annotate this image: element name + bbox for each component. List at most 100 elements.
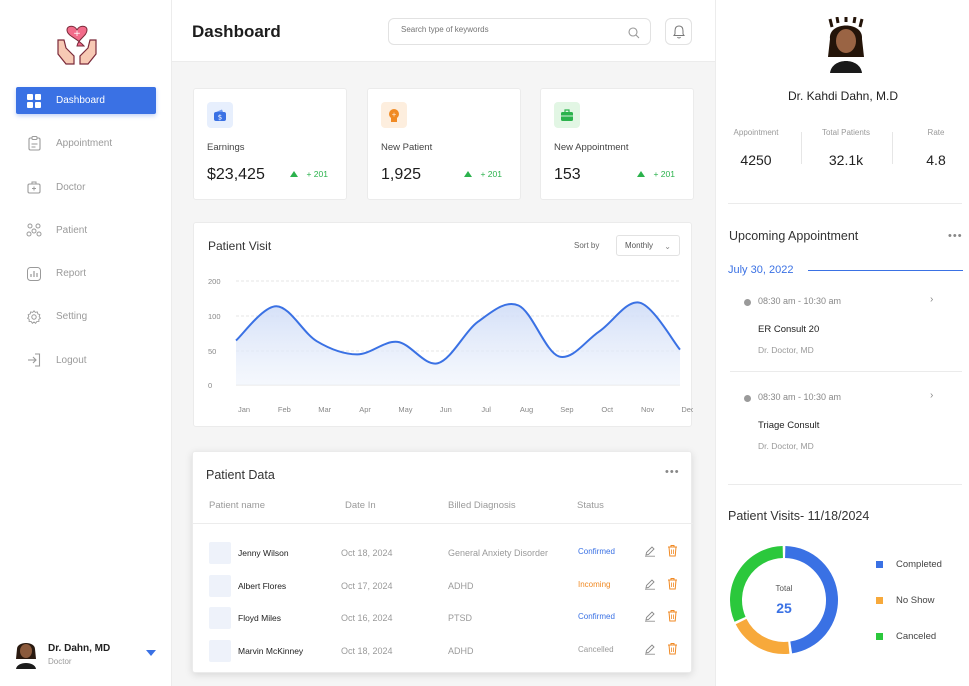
date-in: Oct 16, 2024	[341, 613, 393, 623]
patient-visit-card: 0 50 100 200 Jan Feb Mar Apr May Jun Jul Aug Sep Oct N…	[193, 222, 693, 427]
sidebar-user[interactable]: Dr. Dahn, MD Doctor	[14, 636, 164, 672]
patient-thumbnail	[209, 575, 231, 597]
sidebar-item-patient[interactable]: Patient	[16, 217, 156, 244]
x-tick-label: Feb	[278, 405, 291, 414]
sidebar-item-doctor[interactable]: Doctor	[16, 174, 156, 201]
diagnosis: ADHD	[448, 646, 474, 656]
top-bar: Dashboard	[172, 0, 715, 62]
date-in: Oct 18, 2024	[341, 548, 393, 558]
table-row[interactable]: Marvin McKinney Oct 18, 2024 ADHD Cancel…	[193, 637, 693, 669]
sidebar-item-appointment[interactable]: Appointment	[16, 130, 156, 157]
patient-name: Marvin McKinney	[238, 646, 304, 656]
x-tick-label: Nov	[641, 405, 655, 414]
appointment-item[interactable]: 08:30 am - 10:30 am › ER Consult 20 Dr. …	[744, 294, 944, 364]
grid-icon	[26, 93, 42, 109]
svg-text:$: $	[218, 113, 222, 121]
patient-thumbnail	[209, 607, 231, 629]
status-badge: Confirmed	[578, 612, 615, 621]
sidebar-item-dashboard[interactable]: Dashboard	[16, 87, 156, 114]
edit-icon[interactable]	[644, 610, 656, 622]
edit-icon[interactable]	[644, 545, 656, 557]
chevron-right-icon[interactable]: ›	[930, 294, 933, 305]
sort-label: Sort by	[574, 241, 600, 250]
sidebar-item-label: Report	[56, 268, 87, 280]
arrow-up-icon	[464, 171, 473, 177]
sort-value: Monthly	[625, 241, 654, 250]
search-input[interactable]	[401, 25, 621, 34]
arrow-up-icon	[290, 171, 299, 177]
legend-swatch	[876, 561, 883, 568]
edit-icon[interactable]	[644, 578, 656, 590]
x-tick-label: Sep	[560, 405, 573, 414]
appointment-item[interactable]: 08:30 am - 10:30 am › Triage Consult Dr.…	[744, 390, 944, 460]
patient-visits-title: Patient Visits- 11/18/2024	[728, 509, 870, 523]
table-row[interactable]: Jenny Wilson Oct 18, 2024 General Anxiet…	[193, 539, 693, 571]
gear-icon	[26, 309, 42, 325]
legend-label: No Show	[896, 595, 935, 606]
date-in: Oct 18, 2024	[341, 646, 393, 656]
medical-bag-icon	[26, 179, 42, 195]
sidebar-user-role: Doctor	[48, 656, 72, 666]
sidebar-user-name: Dr. Dahn, MD	[48, 642, 111, 654]
chevron-down-icon[interactable]	[146, 650, 156, 656]
edit-icon[interactable]	[644, 643, 656, 655]
sidebar-item-setting[interactable]: Setting	[16, 303, 156, 330]
stat-delta-value: + 201	[653, 169, 675, 179]
x-tick-label: Dec	[681, 405, 693, 414]
sidebar-item-label: Dashboard	[56, 95, 105, 106]
upcoming-date: July 30, 2022	[728, 264, 794, 276]
upcoming-title: Upcoming Appointment	[729, 229, 859, 243]
patient-name: Jenny Wilson	[238, 548, 289, 558]
sidebar-item-report[interactable]: Report	[16, 260, 156, 287]
stat-label: Total Patients	[821, 128, 871, 137]
svg-text:+: +	[73, 29, 81, 39]
sidebar-item-logout[interactable]: Logout	[16, 347, 156, 374]
x-tick-label: Jul	[481, 405, 491, 414]
stat-value: $23,425	[207, 166, 265, 183]
table-divider	[193, 523, 693, 524]
patient-thumbnail	[209, 640, 231, 662]
appointment-time: 08:30 am - 10:30 am	[758, 392, 842, 402]
chevron-down-icon: ⌄	[664, 242, 671, 251]
patient-data-title: Patient Data	[206, 468, 275, 482]
legend-swatch	[876, 597, 883, 604]
search-icon[interactable]	[628, 26, 640, 39]
column-header: Date In	[345, 500, 376, 511]
dot-icon	[744, 299, 751, 306]
trash-icon[interactable]	[667, 544, 678, 557]
status-badge: Incoming	[578, 580, 611, 589]
sidebar-item-label: Doctor	[56, 181, 86, 193]
earnings-card: $ Earnings $23,425 + 201	[193, 88, 347, 200]
y-tick-label: 0	[208, 381, 212, 390]
status-badge: Confirmed	[578, 547, 615, 556]
patient-thumbnail	[209, 542, 231, 564]
legend-no-show: No Show	[876, 595, 935, 606]
legend-swatch	[876, 633, 883, 640]
appointment-stat: Appointment 4250	[728, 128, 784, 168]
stat-value: 1,925	[381, 166, 422, 183]
logout-icon	[26, 352, 42, 368]
table-row[interactable]: Albert Flores Oct 17, 2024 ADHD Incoming	[193, 572, 693, 604]
stat-label: Earnings	[207, 142, 245, 153]
more-options-icon[interactable]: •••	[948, 230, 963, 242]
briefcase-icon	[554, 102, 580, 128]
stat-delta-value: + 201	[306, 169, 328, 179]
more-options-icon[interactable]: •••	[665, 466, 680, 478]
stat-label: Appointment	[733, 128, 779, 137]
notification-button[interactable]	[665, 18, 692, 45]
new-patient-card: + New Patient 1,925 + 201	[367, 88, 521, 200]
sort-dropdown[interactable]: Monthly ⌄	[616, 235, 680, 256]
wallet-icon: $	[207, 102, 233, 128]
search-box[interactable]	[388, 18, 651, 45]
table-row[interactable]: Floyd Miles Oct 16, 2024 PTSD Confirmed	[193, 604, 693, 636]
trash-icon[interactable]	[667, 577, 678, 590]
trash-icon[interactable]	[667, 642, 678, 655]
stat-value: 153	[554, 166, 581, 183]
main-content: Dashboard $ Earnings $23,425 + 201 + New…	[172, 0, 715, 686]
x-tick-label: Jan	[238, 405, 250, 414]
trash-icon[interactable]	[667, 609, 678, 622]
chevron-right-icon[interactable]: ›	[930, 390, 933, 401]
stat-label: New Patient	[381, 142, 433, 153]
clipboard-icon	[26, 136, 42, 152]
doctor-name: Dr. Kahdi Dahn, M.D	[787, 89, 899, 103]
